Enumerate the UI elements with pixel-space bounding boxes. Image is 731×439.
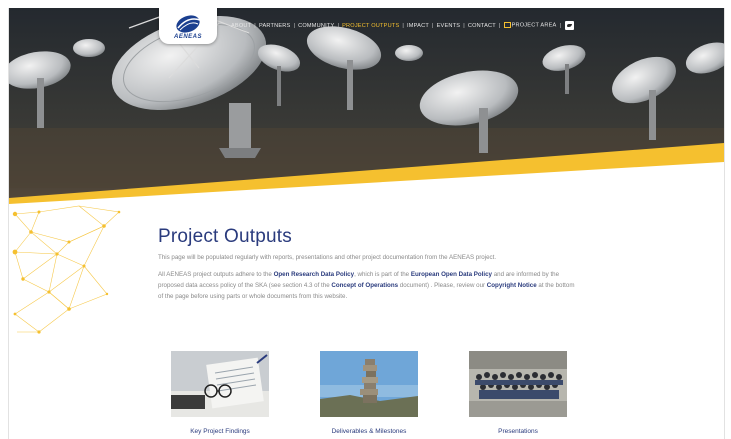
nav-separator: | bbox=[293, 22, 296, 29]
twitter-icon[interactable] bbox=[565, 21, 575, 30]
nav-item-project-outputs[interactable]: PROJECT OUTPUTS bbox=[342, 23, 399, 29]
nav-separator: | bbox=[402, 22, 405, 29]
policy-paragraph: All AENEAS project outputs adhere to the… bbox=[158, 269, 578, 302]
nav-separator: | bbox=[559, 22, 562, 29]
nav-item-contact[interactable]: CONTACT bbox=[468, 23, 496, 29]
nav-item-project-area[interactable]: PROJECT AREA bbox=[503, 22, 557, 29]
intro-paragraph: This page will be populated regularly wi… bbox=[158, 254, 497, 261]
nav-separator: | bbox=[463, 22, 465, 29]
hero-banner: AENEAS ABOUT | PARTNERS | COMMUNITY | PR… bbox=[9, 8, 724, 208]
stacked-stones-thumbnail bbox=[320, 351, 418, 417]
card-label: Deliverables & Milestones bbox=[331, 428, 407, 435]
logo-text: AENEAS bbox=[173, 34, 202, 40]
european-open-data-policy-link[interactable]: European Open Data Policy bbox=[411, 271, 492, 278]
open-research-data-policy-link[interactable]: Open Research Data Policy bbox=[274, 271, 354, 278]
nav-item-impact[interactable]: IMPACT bbox=[407, 23, 429, 29]
logo-emblem-icon bbox=[176, 15, 201, 33]
nav-separator: | bbox=[254, 22, 256, 29]
card-presentations[interactable]: Presentations bbox=[469, 351, 567, 435]
policy-text: All AENEAS project outputs adhere to the bbox=[158, 271, 274, 278]
page-title: Project Outputs bbox=[158, 226, 292, 247]
nav-item-project-area-label: PROJECT AREA bbox=[511, 22, 557, 29]
main-content: Project Outputs This page will be popula… bbox=[158, 226, 578, 308]
group-photo-thumbnail bbox=[469, 351, 567, 417]
hero-telescopes-image bbox=[9, 8, 724, 208]
nav-separator: | bbox=[337, 22, 340, 29]
nav-separator: | bbox=[431, 22, 434, 29]
reports-thumbnail bbox=[171, 351, 269, 417]
policy-text: , which is part of the bbox=[354, 271, 411, 278]
nav-item-events[interactable]: EVENTS bbox=[437, 23, 461, 29]
copyright-notice-link[interactable]: Copyright Notice bbox=[487, 282, 537, 289]
nav-item-about[interactable]: ABOUT bbox=[231, 23, 251, 29]
nav-item-partners[interactable]: PARTNERS bbox=[259, 23, 291, 29]
card-label: Presentations bbox=[498, 428, 538, 435]
policy-text: document) . Please, review our bbox=[398, 282, 487, 289]
nav-separator: | bbox=[498, 22, 501, 29]
card-deliverables-milestones[interactable]: Deliverables & Milestones bbox=[320, 351, 418, 435]
nav-item-community[interactable]: COMMUNITY bbox=[298, 23, 334, 29]
login-icon bbox=[503, 22, 511, 29]
main-nav: ABOUT | PARTNERS | COMMUNITY | PROJECT O… bbox=[231, 21, 575, 30]
network-decoration bbox=[12, 205, 121, 334]
concept-of-operations-link[interactable]: Concept of Operations bbox=[331, 282, 398, 289]
card-key-project-findings[interactable]: Key Project Findings bbox=[171, 351, 269, 435]
card-label: Key Project Findings bbox=[190, 428, 250, 435]
page-frame: AENEAS ABOUT | PARTNERS | COMMUNITY | PR… bbox=[8, 8, 725, 439]
aeneas-logo[interactable]: AENEAS bbox=[159, 8, 217, 44]
